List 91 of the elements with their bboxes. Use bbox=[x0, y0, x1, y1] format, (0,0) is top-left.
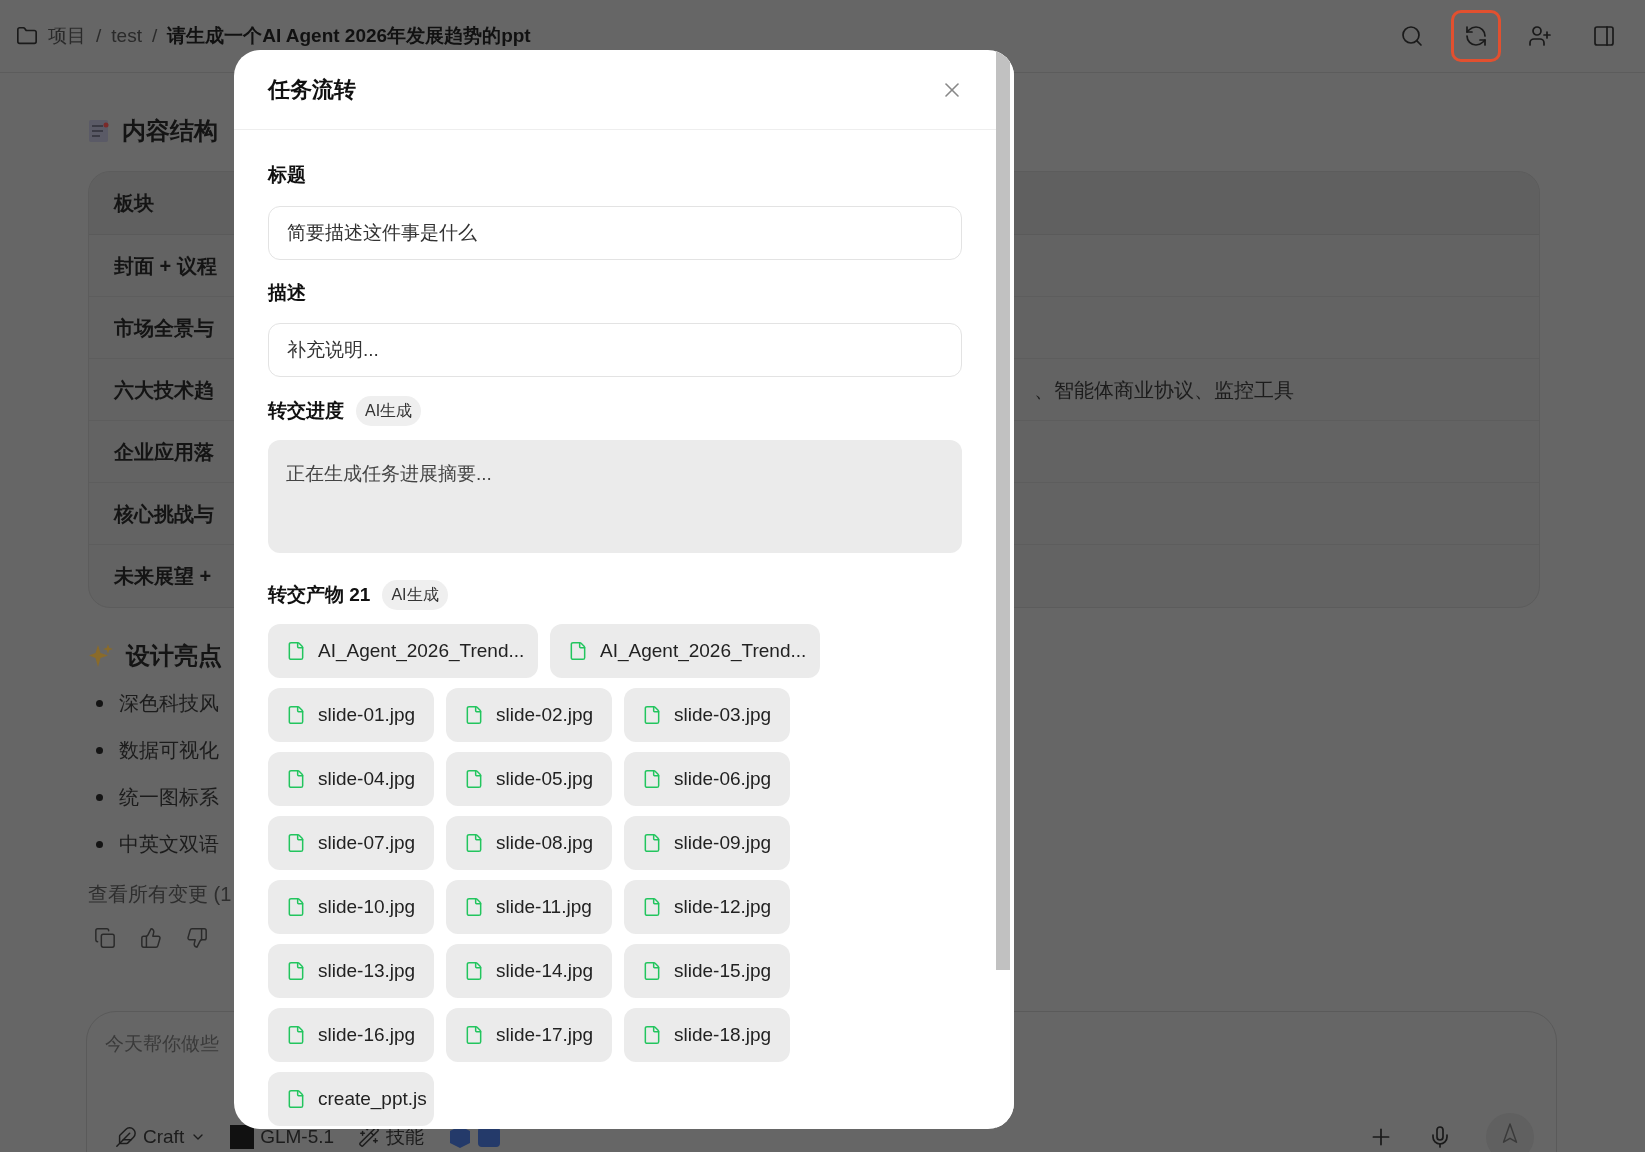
file-icon bbox=[286, 705, 306, 725]
file-icon bbox=[642, 1025, 662, 1045]
file-chip[interactable]: slide-04.jpg bbox=[268, 752, 434, 806]
bullet-icon bbox=[96, 699, 103, 707]
file-icon bbox=[464, 1025, 484, 1045]
table-cell-text: 核心挑战与 bbox=[114, 501, 215, 527]
file-icon bbox=[286, 961, 306, 981]
file-icon bbox=[286, 1089, 306, 1109]
thumbs-up-icon[interactable] bbox=[140, 927, 162, 949]
file-icon bbox=[642, 961, 662, 981]
table-cell-text: 封面 + 议程 bbox=[114, 253, 218, 279]
model-logo-icon bbox=[230, 1125, 255, 1149]
sync-button[interactable] bbox=[1451, 10, 1501, 62]
table-cell-text: 市场全景与 bbox=[114, 315, 215, 341]
list-item: 深色科技风 bbox=[119, 691, 219, 716]
ai-badge: AI生成 bbox=[356, 396, 422, 426]
file-chip[interactable]: slide-01.jpg bbox=[268, 688, 434, 742]
progress-summary: 正在生成任务进展摘要... bbox=[268, 440, 962, 553]
file-icon bbox=[642, 769, 662, 789]
notepad-icon bbox=[88, 119, 110, 143]
table-header-cell-text: 板块 bbox=[114, 191, 154, 216]
file-chip[interactable]: slide-16.jpg bbox=[268, 1008, 434, 1062]
file-chip[interactable]: create_ppt.js bbox=[268, 1072, 434, 1126]
folder-icon bbox=[16, 25, 38, 47]
file-chip[interactable]: slide-13.jpg bbox=[268, 944, 434, 998]
field-label: 转交进度 bbox=[268, 398, 344, 423]
send-button[interactable] bbox=[1486, 1113, 1534, 1152]
file-chip[interactable]: slide-09.jpg bbox=[624, 816, 790, 870]
section-heading: 内容结构 bbox=[122, 116, 218, 146]
file-chip[interactable]: slide-11.jpg bbox=[446, 880, 612, 934]
file-chip[interactable]: slide-18.jpg bbox=[624, 1008, 790, 1062]
file-icon bbox=[286, 769, 306, 789]
table-cell-text: 未来展望 + bbox=[114, 564, 213, 589]
field-label: 标题 bbox=[268, 163, 307, 187]
breadcrumb-separator: / bbox=[96, 23, 102, 48]
section-heading: 设计亮点 bbox=[126, 641, 222, 671]
bullet-icon bbox=[96, 793, 103, 801]
thumbs-down-icon[interactable] bbox=[186, 927, 208, 949]
file-chip[interactable]: slide-07.jpg bbox=[268, 816, 434, 870]
copy-icon[interactable] bbox=[94, 927, 116, 949]
list-item: 数据可视化 bbox=[119, 738, 219, 763]
file-chip[interactable]: slide-02.jpg bbox=[446, 688, 612, 742]
bullet-icon bbox=[96, 746, 103, 754]
file-chip[interactable]: slide-10.jpg bbox=[268, 880, 434, 934]
file-icon bbox=[464, 961, 484, 981]
feather-icon bbox=[115, 1126, 137, 1148]
file-chip[interactable]: slide-03.jpg bbox=[624, 688, 790, 742]
model-label: GLM-5.1 bbox=[260, 1124, 335, 1149]
file-icon bbox=[464, 897, 484, 917]
file-icon bbox=[642, 833, 662, 853]
panel-icon bbox=[1592, 24, 1616, 48]
page-title: 请生成一个AI Agent 2026年发展趋势的ppt bbox=[167, 23, 531, 48]
text-field[interactable]: 简要描述这件事是什么 bbox=[268, 205, 962, 260]
file-chip[interactable]: slide-15.jpg bbox=[624, 944, 790, 998]
file-icon bbox=[464, 769, 484, 789]
mode-label: Craft bbox=[143, 1124, 185, 1149]
file-chip[interactable]: AI_Agent_2026_Trend... bbox=[550, 624, 820, 678]
skills-label: 技能 bbox=[386, 1124, 425, 1149]
file-chip[interactable]: slide-08.jpg bbox=[446, 816, 612, 870]
file-icon bbox=[464, 705, 484, 725]
breadcrumb-separator: / bbox=[151, 23, 158, 48]
field-label: 转交产物 21 bbox=[268, 582, 371, 607]
search-icon bbox=[1400, 24, 1424, 48]
file-icon bbox=[286, 1025, 306, 1045]
bullet-icon bbox=[96, 840, 103, 848]
scrollbar-thumb[interactable] bbox=[996, 50, 1010, 970]
file-icon bbox=[286, 641, 306, 661]
sync-icon bbox=[1464, 24, 1488, 48]
file-icon bbox=[286, 897, 306, 917]
file-chip[interactable]: slide-14.jpg bbox=[446, 944, 612, 998]
text-field[interactable]: 补充说明... bbox=[268, 323, 962, 377]
file-chip[interactable]: slide-05.jpg bbox=[446, 752, 612, 806]
ai-badge: AI生成 bbox=[382, 580, 448, 610]
file-icon bbox=[642, 897, 662, 917]
file-chip[interactable]: slide-12.jpg bbox=[624, 880, 790, 934]
table-cell-text: 企业应用落 bbox=[114, 439, 215, 465]
file-chip[interactable]: slide-06.jpg bbox=[624, 752, 790, 806]
list-item: 中英文双语 bbox=[119, 832, 219, 857]
field-label: 描述 bbox=[268, 280, 307, 305]
add-user-icon bbox=[1528, 24, 1552, 48]
file-chip[interactable]: AI_Agent_2026_Trend... bbox=[268, 624, 538, 678]
list-item: 统一图标系 bbox=[119, 785, 219, 810]
file-icon bbox=[464, 833, 484, 853]
dialog-title: 任务流转 bbox=[268, 76, 356, 104]
file-chip[interactable]: slide-17.jpg bbox=[446, 1008, 612, 1062]
table-cell-text: 六大技术趋 bbox=[114, 377, 215, 403]
file-icon bbox=[568, 641, 588, 661]
file-icon bbox=[286, 833, 306, 853]
wand-icon bbox=[358, 1126, 381, 1148]
file-icon bbox=[642, 705, 662, 725]
table-cell-text: 、智能体商业协议、监控工具 bbox=[1034, 377, 1294, 403]
